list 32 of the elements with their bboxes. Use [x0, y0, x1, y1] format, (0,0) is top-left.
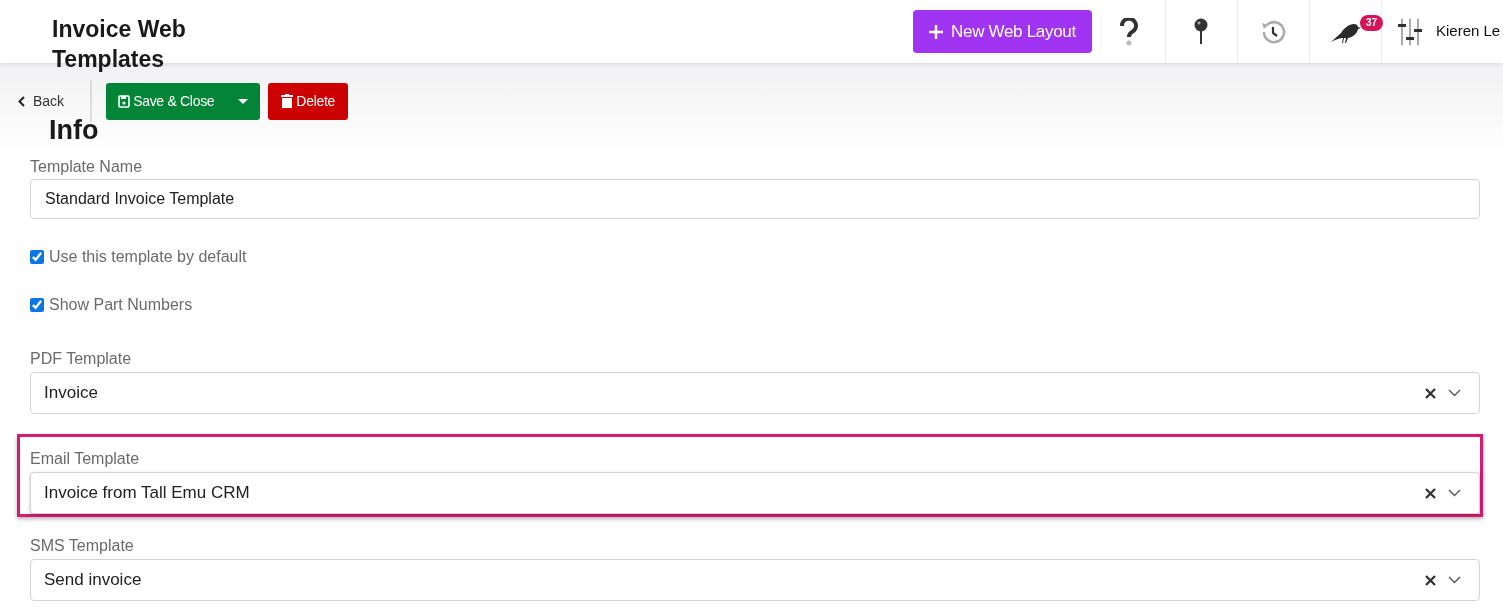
field-label: Email Template: [30, 449, 141, 469]
delete-button[interactable]: Delete: [268, 82, 349, 120]
field-label: SMS Template: [30, 536, 135, 556]
history-icon[interactable]: [1260, 18, 1287, 45]
new-web-layout-button[interactable]: New Web Layout: [913, 10, 1092, 53]
trash-icon: [281, 94, 294, 108]
select-field[interactable]: Invoice from Tall Emu CRM: [30, 472, 1480, 514]
clear-icon[interactable]: [1425, 574, 1436, 586]
checkbox-label: Use this template by default: [49, 247, 247, 267]
checkbox[interactable]: [30, 298, 44, 312]
chevron-down-icon[interactable]: [1448, 576, 1461, 584]
save-close-button[interactable]: Save & Close: [106, 82, 229, 120]
pin-icon[interactable]: [1194, 17, 1209, 46]
plus-icon: [929, 24, 943, 39]
clear-icon[interactable]: [1425, 487, 1436, 499]
help-icon[interactable]: [1119, 17, 1140, 46]
chevron-down-icon[interactable]: [1448, 389, 1461, 397]
checkbox-label: Show Part Numbers: [49, 295, 193, 315]
page-title: Invoice Web Templates: [52, 15, 187, 74]
select-field[interactable]: Send invoice: [30, 559, 1480, 601]
clear-icon[interactable]: [1425, 387, 1436, 399]
chevron-down-icon[interactable]: [1448, 489, 1461, 497]
user-name[interactable]: Kieren Le: [1435, 20, 1501, 43]
checkbox[interactable]: [30, 250, 44, 264]
notification-badge: 37: [1359, 15, 1384, 31]
text-field[interactable]: Standard Invoice Template: [30, 179, 1480, 219]
field-label: PDF Template: [30, 349, 133, 369]
select-field[interactable]: Invoice: [30, 372, 1480, 414]
field-label: Template Name: [30, 157, 144, 177]
caret-icon: [238, 98, 249, 104]
chevron-left-icon: [18, 95, 25, 107]
sliders-icon[interactable]: [1397, 18, 1422, 45]
